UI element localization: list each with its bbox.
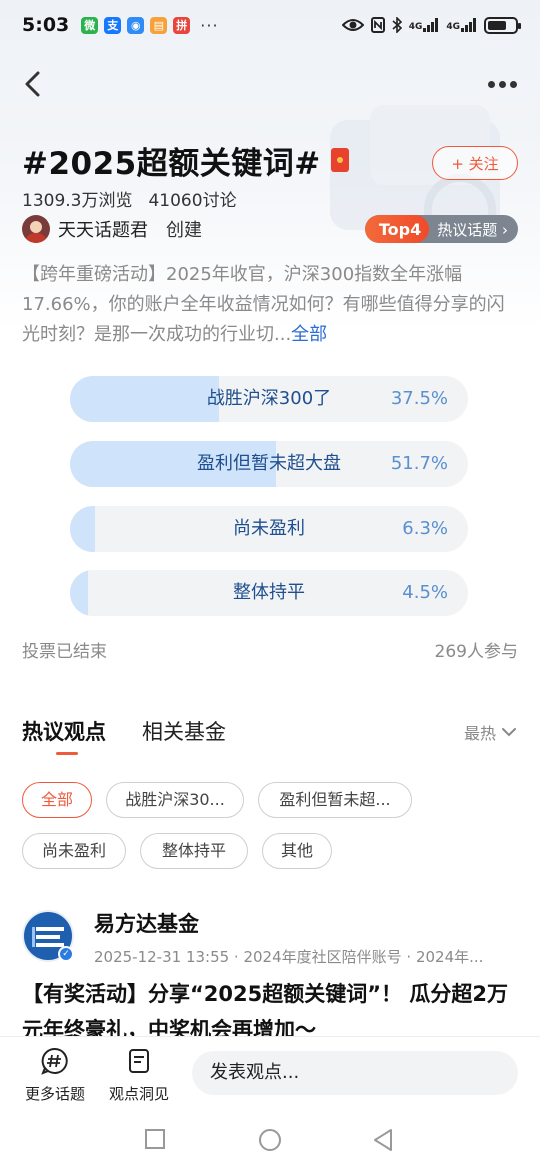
creator-name[interactable]: 天天话题君	[58, 216, 148, 242]
status-more-icon: ···	[200, 15, 219, 35]
more-dot-icon	[509, 80, 517, 88]
vote-participants: 269人参与	[434, 642, 518, 662]
poll-option[interactable]: 盈利但暂未超大盘 51.7%	[70, 441, 468, 487]
poll-option[interactable]: 战胜沪深300了 37.5%	[70, 376, 468, 422]
topic-stats: 1309.3万浏览 41060讨论	[22, 186, 237, 211]
creator-row: 天天话题君 创建 Top4 热议话题 ›	[22, 214, 518, 244]
active-tab-indicator	[56, 752, 78, 755]
status-bar: 5:03 微 支 ◉ ▤ 拼 ··· 4G 4G	[0, 0, 540, 50]
topic-hash-icon	[41, 1047, 68, 1075]
shopping-icon: 拼	[173, 16, 191, 34]
eye-icon	[341, 19, 364, 31]
alipay-icon: 支	[104, 16, 122, 34]
follow-button[interactable]: + 关注	[432, 146, 518, 180]
signal-2-icon: 4G	[446, 18, 477, 32]
poll-option-percent: 37.5%	[390, 388, 448, 409]
sort-label: 最热	[463, 724, 496, 743]
filter-chip-profit-below-index[interactable]: 盈利但暂未超...	[258, 782, 412, 818]
back-button[interactable]	[16, 66, 52, 102]
description-text: 【跨年重磅活动】2025年收官，沪深300指数全年涨幅17.66%，你的账户全年…	[22, 264, 505, 345]
filter-chip-other[interactable]: 其他	[262, 833, 332, 869]
filter-chip-flat[interactable]: 整体持平	[140, 833, 248, 869]
status-right-group: 4G 4G	[341, 16, 521, 34]
vote-status: 投票已结束	[22, 642, 107, 662]
battery-icon	[484, 16, 521, 34]
tab-hot-opinions[interactable]: 热议观点	[22, 716, 106, 746]
hot-topic-badge[interactable]: Top4 热议话题 ›	[364, 215, 518, 243]
status-time: 5:03	[22, 14, 70, 36]
document-icon	[129, 1049, 149, 1073]
wechat-icon: 微	[81, 16, 99, 34]
status-app-icons: 微 支 ◉ ▤ 拼 ···	[81, 16, 218, 35]
filter-chip-all[interactable]: 全部	[22, 782, 92, 818]
home-icon[interactable]	[258, 1128, 282, 1152]
bluetooth-icon	[392, 17, 402, 33]
signal-1-icon: 4G	[409, 18, 440, 32]
network-type-2: 4G	[446, 22, 460, 32]
post-author-name[interactable]: 易方达基金	[94, 908, 199, 938]
content-tabs: 热议观点 相关基金 最热	[22, 716, 522, 756]
post-title[interactable]: 【有奖活动】分享“2025超额关键词”！ 瓜分超2万元年终豪礼，中奖机会再增加～	[22, 976, 522, 1036]
poll-option-percent: 51.7%	[390, 453, 448, 474]
filter-chip-beat-index[interactable]: 战胜沪深30...	[106, 782, 244, 818]
more-topics-button[interactable]: 更多话题	[20, 1047, 90, 1104]
back-triangle-icon[interactable]	[372, 1128, 394, 1152]
nfc-icon	[370, 17, 385, 33]
message-icon: ◉	[127, 16, 145, 34]
topic-description: 【跨年重磅活动】2025年收官，沪深300指数全年涨幅17.66%，你的账户全年…	[22, 260, 520, 350]
more-dot-icon	[498, 80, 506, 88]
bottom-action-bar: 更多话题 观点洞见 发表观点...	[0, 1036, 540, 1110]
recent-apps-icon[interactable]	[144, 1128, 166, 1150]
poll-option-percent: 6.3%	[402, 518, 448, 539]
expand-description-link[interactable]: 全部	[291, 324, 327, 345]
hot-topic-label: 热议话题 ›	[437, 220, 508, 239]
book-icon: ▤	[150, 16, 168, 34]
more-dot-icon	[487, 80, 495, 88]
creator-action-label: 创建	[166, 220, 202, 241]
system-nav-bar	[0, 1110, 540, 1170]
insights-label: 观点洞见	[108, 1085, 169, 1103]
more-options-button[interactable]	[484, 70, 520, 98]
poll-option-percent: 4.5%	[402, 582, 448, 603]
topic-title: #2025超额关键词#	[22, 145, 321, 182]
tab-related-funds[interactable]: 相关基金	[142, 716, 226, 746]
top-nav-bar	[0, 62, 540, 106]
sort-dropdown[interactable]: 最热	[464, 720, 516, 744]
discussions-count: 41060讨论	[148, 191, 237, 211]
post-meta: 2025-12-31 13:55 · 2024年度社区陪伴账号 · 2024年.…	[94, 948, 484, 966]
insights-button[interactable]: 观点洞见	[104, 1047, 174, 1104]
poll-option[interactable]: 尚未盈利 6.3%	[70, 506, 468, 552]
network-type-1: 4G	[408, 22, 423, 32]
more-topics-label: 更多话题	[24, 1085, 85, 1103]
chevron-left-icon	[25, 71, 40, 97]
chevron-down-icon	[502, 728, 516, 737]
poll-option[interactable]: 整体持平 4.5%	[70, 570, 468, 616]
verified-badge-icon: ✓	[58, 946, 74, 962]
comment-input[interactable]: 发表观点...	[192, 1051, 518, 1095]
creator-avatar[interactable]	[22, 215, 50, 243]
red-packet-icon[interactable]	[330, 148, 349, 172]
hot-rank-label: Top4	[364, 215, 430, 243]
views-count: 1309.3万浏览	[22, 191, 133, 211]
filter-chip-no-profit[interactable]: 尚未盈利	[22, 833, 126, 869]
